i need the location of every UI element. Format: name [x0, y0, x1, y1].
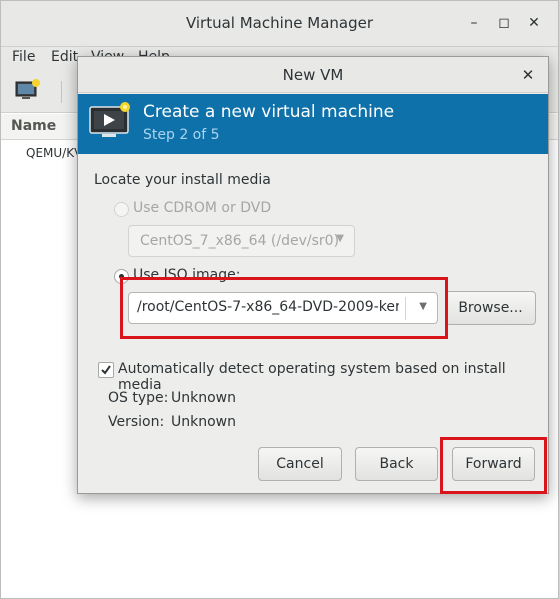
- menu-file[interactable]: File: [12, 49, 35, 65]
- new-vm-icon[interactable]: [15, 79, 41, 101]
- cancel-button[interactable]: Cancel: [258, 447, 342, 481]
- iso-path-input[interactable]: /root/CentOS-7-x86_64-DVD-2009-kernel: [137, 299, 399, 315]
- iso-path-combo[interactable]: /root/CentOS-7-x86_64-DVD-2009-kernel ▼: [128, 292, 438, 324]
- main-titlebar: Virtual Machine Manager – ◻ ✕: [1, 1, 558, 47]
- toolbar-separator: [61, 81, 62, 103]
- iso-radio-label: Use ISO image:: [133, 267, 241, 283]
- forward-button[interactable]: Forward: [452, 447, 535, 481]
- section-label: Locate your install media: [94, 172, 271, 188]
- dialog-titlebar: New VM ✕: [78, 57, 548, 93]
- menu-edit[interactable]: Edit: [51, 49, 78, 65]
- cdrom-device-select[interactable]: CentOS_7_x86_64 (/dev/sr0) ▼: [128, 225, 355, 257]
- vm-monitor-icon: [88, 101, 134, 141]
- version-label: Version:: [108, 414, 165, 430]
- os-type-value: Unknown: [171, 390, 236, 406]
- banner-step: Step 2 of 5: [143, 127, 220, 143]
- maximize-icon[interactable]: ◻: [494, 13, 514, 33]
- minimize-icon[interactable]: –: [464, 13, 484, 33]
- autodetect-label: Automatically detect operating system ba…: [118, 361, 506, 393]
- dialog-title: New VM: [282, 66, 344, 84]
- chevron-down-icon: ▼: [336, 233, 344, 244]
- os-type-label: OS type:: [108, 390, 169, 406]
- new-vm-dialog: New VM ✕ Create a new virtual machine St…: [77, 56, 549, 494]
- banner-title: Create a new virtual machine: [143, 102, 395, 122]
- cdrom-radio-label: Use CDROM or DVD: [133, 200, 272, 216]
- name-column-header[interactable]: Name: [11, 118, 56, 134]
- cdrom-device-value: CentOS_7_x86_64 (/dev/sr0): [140, 233, 340, 249]
- back-button[interactable]: Back: [355, 447, 438, 481]
- version-value: Unknown: [171, 414, 236, 430]
- checkmark-icon: [101, 365, 111, 375]
- iso-radio[interactable]: [114, 269, 129, 284]
- close-icon[interactable]: ✕: [524, 13, 544, 33]
- connection-row[interactable]: QEMU/KV: [26, 146, 82, 160]
- browse-button[interactable]: Browse...: [445, 291, 536, 325]
- dialog-close-icon[interactable]: ✕: [518, 65, 538, 85]
- cdrom-radio[interactable]: [114, 202, 129, 217]
- wizard-banner: Create a new virtual machine Step 2 of 5: [78, 94, 548, 154]
- chevron-down-icon[interactable]: ▼: [419, 301, 427, 312]
- combo-separator: [405, 297, 406, 320]
- autodetect-checkbox[interactable]: [98, 362, 114, 378]
